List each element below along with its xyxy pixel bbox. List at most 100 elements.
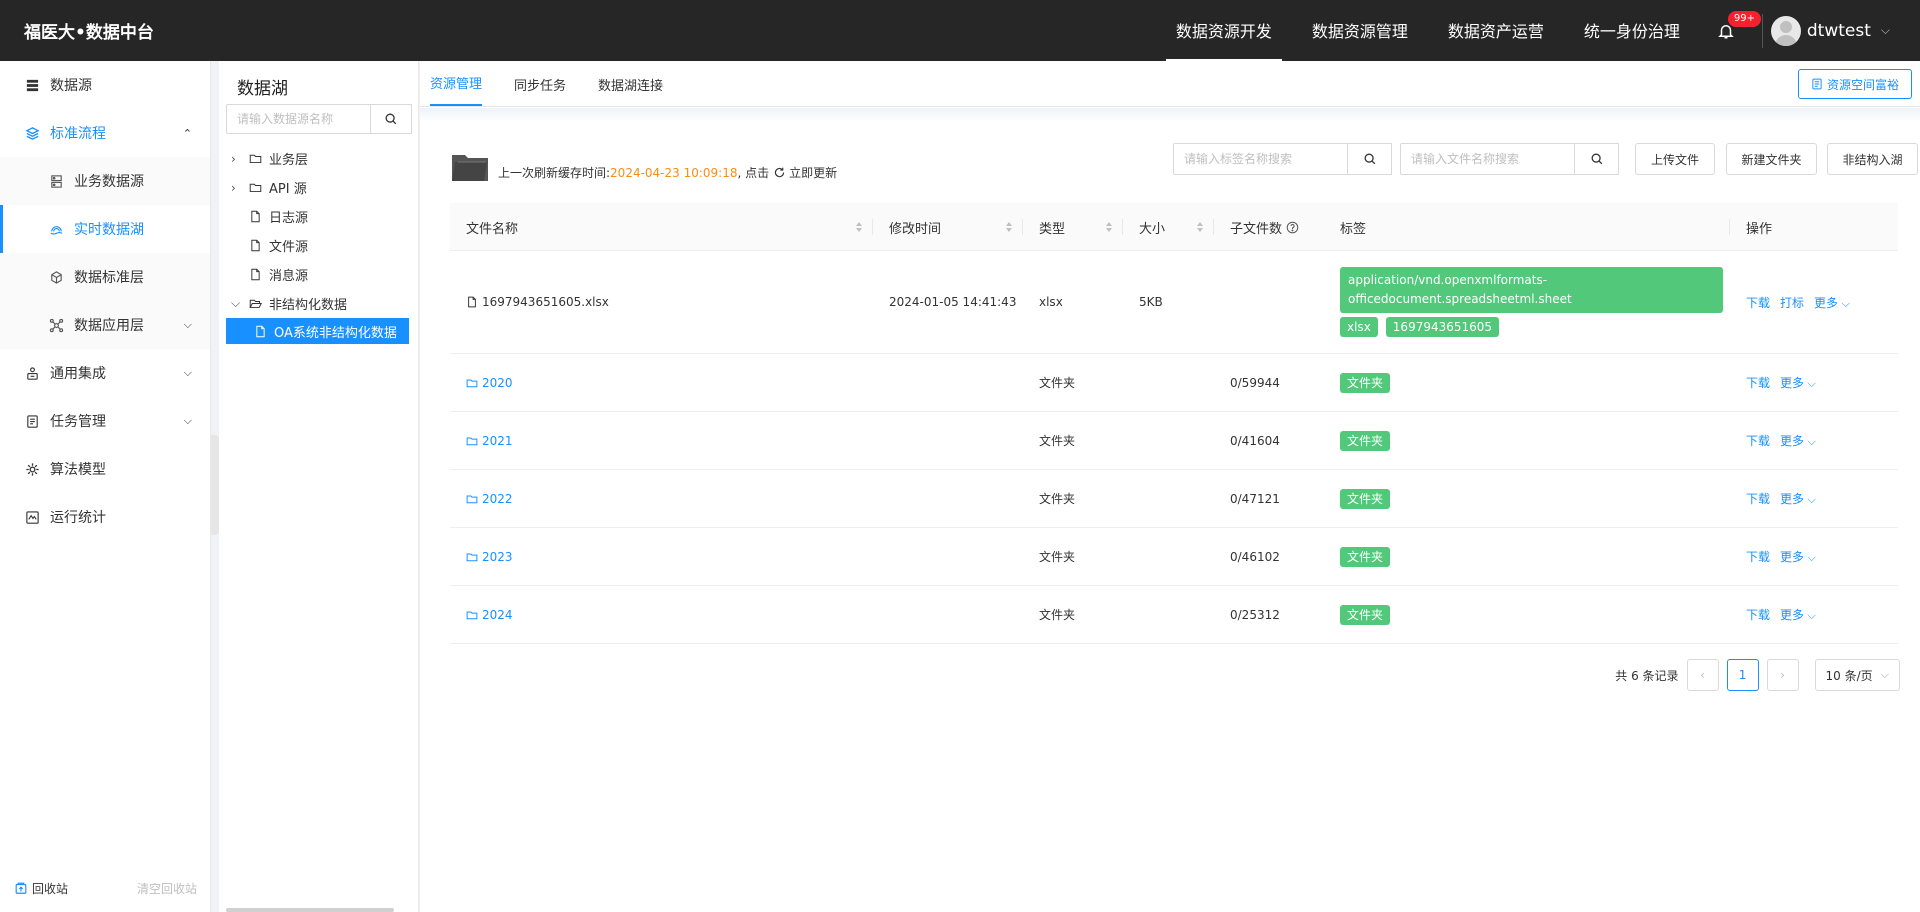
- download-link[interactable]: 下载: [1746, 490, 1770, 507]
- cell-actions: 下载 打标 更多: [1730, 251, 1860, 353]
- column-header-size[interactable]: 大小: [1123, 203, 1214, 251]
- tag-link[interactable]: 打标: [1780, 294, 1804, 311]
- chevron-down-icon: ⌵: [183, 414, 192, 427]
- sidebar-collapse-handle[interactable]: [211, 435, 219, 535]
- new-folder-button[interactable]: 新建文件夹: [1726, 143, 1817, 175]
- app-logo[interactable]: 福医大•数据中台: [24, 18, 154, 43]
- tab-resource-management[interactable]: 资源管理: [430, 73, 483, 106]
- tree-search-input[interactable]: [226, 104, 371, 134]
- sidebar-item-datasource[interactable]: 数据源: [0, 61, 210, 109]
- file-search-button[interactable]: [1575, 143, 1619, 175]
- prev-page-button[interactable]: ‹: [1686, 659, 1719, 691]
- folder-link[interactable]: 2021: [466, 434, 513, 448]
- tree-node-label: 非结构化数据: [269, 298, 348, 313]
- upload-file-button[interactable]: 上传文件: [1635, 143, 1715, 175]
- folder-link[interactable]: 2023: [466, 550, 513, 564]
- download-link[interactable]: 下载: [1746, 294, 1770, 311]
- unstructured-ingest-button[interactable]: 非结构入湖: [1827, 143, 1918, 175]
- chevron-right-icon[interactable]: ›: [231, 152, 245, 166]
- more-dropdown[interactable]: 更多: [1814, 294, 1850, 311]
- sort-icon[interactable]: [1005, 221, 1013, 233]
- tag-search-button[interactable]: [1348, 143, 1392, 175]
- nav-data-dev[interactable]: 数据资源开发: [1165, 0, 1282, 61]
- chevron-right-icon[interactable]: ›: [231, 181, 245, 195]
- nav-data-management[interactable]: 数据资源管理: [1302, 0, 1418, 61]
- sidebar-item-standard-flow[interactable]: 标准流程 ⌃: [0, 109, 210, 157]
- tag-search-input[interactable]: [1173, 143, 1348, 175]
- sidebar-item-label: 实时数据湖: [74, 222, 144, 238]
- tree-node-oa-unstructured[interactable]: OA系统非结构化数据: [226, 318, 409, 344]
- recycle-bin-link[interactable]: 回收站: [14, 880, 68, 897]
- folder-link[interactable]: 2020: [466, 376, 513, 390]
- tab-sync-tasks[interactable]: 同步任务: [514, 75, 566, 106]
- notification-badge: 99+: [1727, 11, 1761, 27]
- tab-lake-connection[interactable]: 数据湖连接: [598, 75, 663, 106]
- cell-actions: 下载 更多: [1730, 470, 1826, 527]
- refresh-time: 2024-04-23 10:09:18: [610, 166, 738, 180]
- folder-open-icon: [249, 297, 265, 311]
- nav-identity-governance[interactable]: 统一身份治理: [1574, 0, 1690, 61]
- main-content: 资源管理 同步任务 数据湖连接 资源空间富裕 上一次刷新缓存时间:2024-04…: [420, 61, 1920, 912]
- folder-link[interactable]: 2024: [466, 608, 513, 622]
- chevron-down-icon[interactable]: ⌵: [231, 296, 245, 311]
- sort-icon[interactable]: [1196, 221, 1204, 233]
- page-button[interactable]: 1: [1726, 659, 1759, 691]
- help-icon[interactable]: [1286, 221, 1299, 234]
- column-header-name[interactable]: 文件名称: [450, 203, 873, 251]
- tree-node-api[interactable]: › API 源: [219, 173, 418, 202]
- sort-icon[interactable]: [855, 221, 863, 233]
- sidebar-item-business-source[interactable]: 业务数据源: [0, 157, 210, 205]
- pagination: 共 6 条记录 ‹ 1 › 10 条/页: [1615, 659, 1900, 691]
- sidebar: 数据源 标准流程 ⌃ 业务数据源 实时数据湖 数据标准层 数据应用层 ⌵ 通用集…: [0, 61, 211, 912]
- folder-link[interactable]: 2022: [466, 492, 513, 506]
- download-link[interactable]: 下载: [1746, 606, 1770, 623]
- tree-node-log[interactable]: 日志源: [219, 202, 418, 231]
- more-dropdown[interactable]: 更多: [1780, 432, 1816, 449]
- tree-node-business[interactable]: › 业务层: [219, 144, 418, 173]
- column-header-modified[interactable]: 修改时间: [873, 203, 1023, 251]
- folder-name-label: 2020: [482, 375, 513, 390]
- download-link[interactable]: 下载: [1746, 432, 1770, 449]
- lake-icon: [48, 221, 64, 237]
- tree-horizontal-scrollbar[interactable]: [226, 908, 394, 912]
- chevron-down-icon: ⌵: [183, 318, 192, 331]
- more-dropdown[interactable]: 更多: [1780, 490, 1816, 507]
- sidebar-item-task-management[interactable]: 任务管理 ⌵: [0, 397, 210, 445]
- notification-button[interactable]: 99+: [1706, 0, 1761, 61]
- sidebar-footer: 回收站 清空回收站: [0, 864, 211, 912]
- cell-actions: 下载 更多: [1730, 412, 1826, 469]
- more-dropdown[interactable]: 更多: [1780, 606, 1816, 623]
- tree-node-message[interactable]: 消息源: [219, 260, 418, 289]
- more-dropdown[interactable]: 更多: [1780, 374, 1816, 391]
- sidebar-item-app-layer[interactable]: 数据应用层 ⌵: [0, 301, 210, 349]
- file-name[interactable]: 1697943651605.xlsx: [466, 295, 609, 309]
- sidebar-item-standard-layer[interactable]: 数据标准层: [0, 253, 210, 301]
- page-size-select[interactable]: 10 条/页: [1814, 659, 1900, 691]
- download-link[interactable]: 下载: [1746, 548, 1770, 565]
- column-label: 修改时间: [889, 221, 942, 237]
- cell-type: 文件夹: [1039, 434, 1076, 448]
- next-page-button[interactable]: ›: [1766, 659, 1799, 691]
- column-header-children: 子文件数: [1214, 203, 1324, 251]
- tree-node-file[interactable]: 文件源: [219, 231, 418, 260]
- clear-recycle-bin-button[interactable]: 清空回收站: [137, 880, 197, 897]
- file-search-input[interactable]: [1400, 143, 1575, 175]
- sidebar-item-realtime-lake[interactable]: 实时数据湖: [0, 205, 210, 253]
- user-menu[interactable]: dtwtest ⌵: [1770, 15, 1890, 46]
- sidebar-item-algorithm[interactable]: 算法模型: [0, 445, 210, 493]
- sidebar-item-integration[interactable]: 通用集成 ⌵: [0, 349, 210, 397]
- resource-space-button[interactable]: 资源空间富裕: [1797, 69, 1912, 99]
- tag-badge: 文件夹: [1340, 430, 1391, 451]
- tag-search: [1173, 143, 1392, 175]
- table-header: 文件名称 修改时间 类型 大小 子文件数 标签 操作: [450, 203, 1898, 251]
- sidebar-item-statistics[interactable]: 运行统计: [0, 493, 210, 541]
- more-dropdown[interactable]: 更多: [1780, 548, 1816, 565]
- nav-asset-operation[interactable]: 数据资产运营: [1438, 0, 1554, 61]
- refresh-now-link[interactable]: 立即更新: [789, 166, 837, 180]
- tree-search-button[interactable]: [371, 104, 412, 134]
- cell-name: 2021: [450, 412, 513, 469]
- sort-icon[interactable]: [1105, 221, 1113, 233]
- tree-node-unstructured[interactable]: ⌵ 非结构化数据: [219, 289, 418, 318]
- column-header-type[interactable]: 类型: [1023, 203, 1123, 251]
- download-link[interactable]: 下载: [1746, 374, 1770, 391]
